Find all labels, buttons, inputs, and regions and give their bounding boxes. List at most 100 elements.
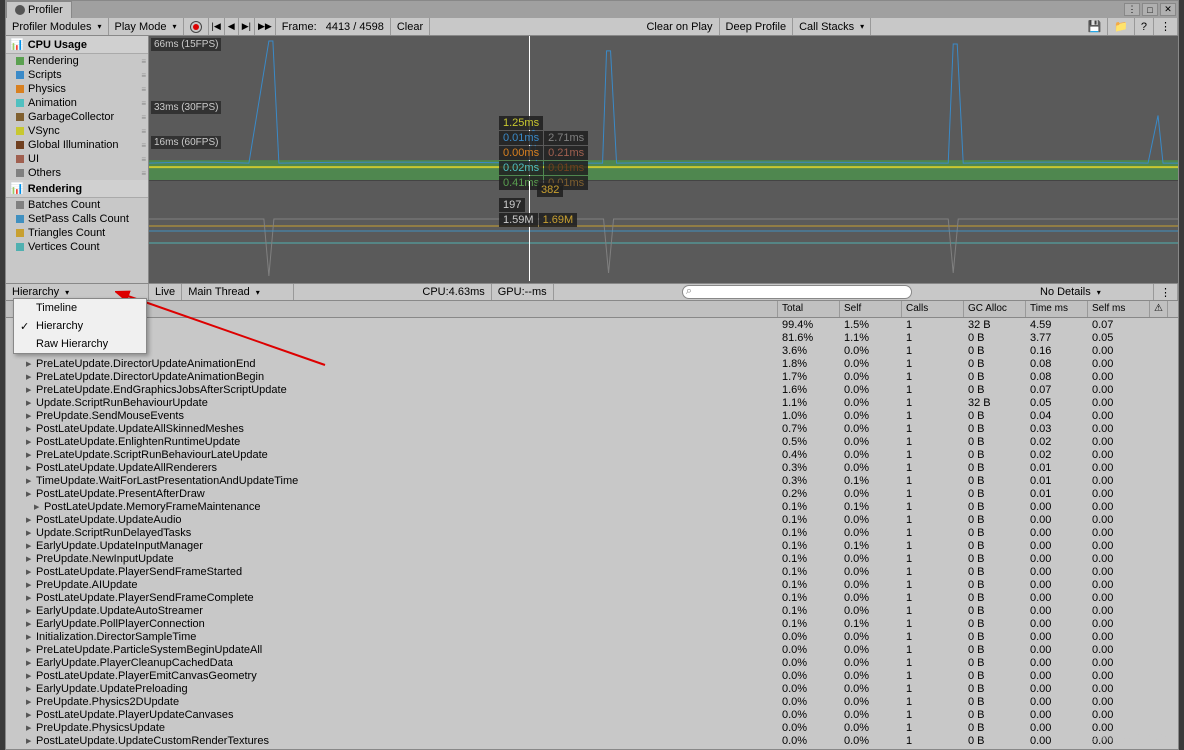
expand-icon[interactable]: ▶ bbox=[34, 503, 42, 511]
menu-icon[interactable]: ⋮ bbox=[1154, 284, 1178, 300]
module-item[interactable]: VSync≡ bbox=[6, 124, 148, 138]
menu-item[interactable]: Raw Hierarchy bbox=[14, 335, 146, 353]
drag-handle-icon[interactable]: ≡ bbox=[141, 71, 144, 80]
drag-handle-icon[interactable]: ≡ bbox=[141, 85, 144, 94]
expand-icon[interactable]: ▶ bbox=[26, 464, 34, 472]
load-icon[interactable]: 📁 bbox=[1108, 18, 1135, 35]
table-row[interactable]: ▶EarlyUpdate.UpdateAutoStreamer0.1%0.0%1… bbox=[6, 604, 1178, 617]
drag-handle-icon[interactable]: ≡ bbox=[141, 57, 144, 66]
drag-handle-icon[interactable]: ≡ bbox=[141, 127, 144, 136]
expand-icon[interactable]: ▶ bbox=[26, 620, 34, 628]
menu-icon[interactable]: ⋮ bbox=[1124, 3, 1140, 16]
col-gc[interactable]: GC Alloc bbox=[964, 301, 1026, 317]
expand-icon[interactable]: ▶ bbox=[26, 490, 34, 498]
module-item[interactable]: Animation≡ bbox=[6, 96, 148, 110]
module-item[interactable]: SetPass Calls Count bbox=[6, 212, 148, 226]
menu-icon[interactable]: ⋮ bbox=[1154, 18, 1178, 35]
table-row[interactable]: ▶PreLateUpdate.DirectorUpdateAnimationBe… bbox=[6, 370, 1178, 383]
table-row[interactable]: ▶PreUpdate.Physics2DUpdate0.0%0.0%10 B0.… bbox=[6, 695, 1178, 708]
module-item[interactable]: Scripts≡ bbox=[6, 68, 148, 82]
expand-icon[interactable]: ▶ bbox=[26, 607, 34, 615]
last-frame-button[interactable]: ▶▶ bbox=[255, 18, 276, 35]
table-row[interactable]: ▶PreLateUpdate.EndGraphicsJobsAfterScrip… bbox=[6, 383, 1178, 396]
rendering-graph[interactable]: 3821971.59M1.69M bbox=[149, 181, 1178, 281]
table-row[interactable]: ▶PostLateUpdate.UpdateCustomRenderTextur… bbox=[6, 734, 1178, 747]
profiler-modules-dropdown[interactable]: Profiler Modules bbox=[6, 18, 109, 35]
expand-icon[interactable]: ▶ bbox=[26, 451, 34, 459]
first-frame-button[interactable]: |◀ bbox=[209, 18, 225, 35]
table-row[interactable]: ▶Update.ScriptRunBehaviourUpdate1.1%0.0%… bbox=[6, 396, 1178, 409]
expand-icon[interactable]: ▶ bbox=[26, 542, 34, 550]
expand-icon[interactable]: ▶ bbox=[26, 659, 34, 667]
expand-icon[interactable]: ▶ bbox=[26, 685, 34, 693]
table-row[interactable]: ▶PostLateUpdate.MemoryFrameMaintenance0.… bbox=[6, 500, 1178, 513]
expand-icon[interactable]: ▶ bbox=[26, 698, 34, 706]
module-item[interactable]: Physics≡ bbox=[6, 82, 148, 96]
menu-item[interactable]: Hierarchy bbox=[14, 317, 146, 335]
expand-icon[interactable]: ▶ bbox=[26, 399, 34, 407]
thread-dropdown[interactable]: Main Thread bbox=[182, 284, 294, 300]
col-warning-icon[interactable]: ⚠ bbox=[1150, 301, 1168, 317]
module-item[interactable]: Triangles Count bbox=[6, 226, 148, 240]
table-row[interactable]: ▶PostLateUpdate.PlayerUpdateCanvases0.0%… bbox=[6, 708, 1178, 721]
module-item[interactable]: Rendering≡ bbox=[6, 54, 148, 68]
expand-icon[interactable]: ▶ bbox=[26, 386, 34, 394]
table-row[interactable]: ▶PreLateUpdate.DirectorUpdateAnimationEn… bbox=[6, 357, 1178, 370]
record-button[interactable] bbox=[184, 18, 209, 35]
table-row[interactable]: ▶PreUpdate.WindUpdate0.0%0.0%10 B0.000.0… bbox=[6, 747, 1178, 748]
expand-icon[interactable]: ▶ bbox=[26, 529, 34, 537]
clear-on-play-button[interactable]: Clear on Play bbox=[640, 18, 719, 35]
table-row[interactable]: ▶PostLateUpdate.PresentAfterDraw0.2%0.0%… bbox=[6, 487, 1178, 500]
maximize-icon[interactable]: □ bbox=[1142, 3, 1158, 16]
table-row[interactable]: ▶EarlyUpdate.PollPlayerConnection0.1%0.1… bbox=[6, 617, 1178, 630]
expand-icon[interactable]: ▶ bbox=[26, 360, 34, 368]
table-row[interactable]: ▶EarlyUpdate.PlayerCleanupCachedData0.0%… bbox=[6, 656, 1178, 669]
rendering-header[interactable]: 📊 Rendering bbox=[6, 180, 148, 198]
table-row[interactable]: ▶PreUpdate.PhysicsUpdate0.0%0.0%10 B0.00… bbox=[6, 721, 1178, 734]
table-row[interactable]: ▶3.6%0.0%10 B0.160.00 bbox=[6, 344, 1178, 357]
expand-icon[interactable]: ▶ bbox=[26, 412, 34, 420]
module-item[interactable]: UI≡ bbox=[6, 152, 148, 166]
expand-icon[interactable]: ▶ bbox=[26, 568, 34, 576]
col-total[interactable]: Total bbox=[778, 301, 840, 317]
module-item[interactable]: Vertices Count bbox=[6, 240, 148, 254]
expand-icon[interactable]: ▶ bbox=[26, 646, 34, 654]
module-item[interactable]: Batches Count bbox=[6, 198, 148, 212]
table-row[interactable]: ▶PostLateUpdate.PlayerEmitCanvasGeometry… bbox=[6, 669, 1178, 682]
drag-handle-icon[interactable]: ≡ bbox=[141, 99, 144, 108]
table-row[interactable]: ▶...meRendering99.4%1.5%132 B4.590.07 bbox=[6, 318, 1178, 331]
table-row[interactable]: ▶PreLateUpdate.ScriptRunBehaviourLateUpd… bbox=[6, 448, 1178, 461]
module-item[interactable]: Others≡ bbox=[6, 166, 148, 180]
expand-icon[interactable]: ▶ bbox=[26, 516, 34, 524]
table-row[interactable]: ▶PostLateUpdate.PlayerSendFrameStarted0.… bbox=[6, 565, 1178, 578]
call-stacks-dropdown[interactable]: Call Stacks bbox=[793, 18, 871, 35]
expand-icon[interactable]: ▶ bbox=[26, 594, 34, 602]
table-row[interactable]: ▶PreLateUpdate.ParticleSystemBeginUpdate… bbox=[6, 643, 1178, 656]
menu-item[interactable]: Timeline bbox=[14, 299, 146, 317]
clear-button[interactable]: Clear bbox=[391, 18, 430, 35]
expand-icon[interactable]: ▶ bbox=[26, 581, 34, 589]
cpu-graph[interactable]: 66ms (15FPS) 33ms (30FPS) 16ms (60FPS) 1… bbox=[149, 36, 1178, 181]
table-row[interactable]: ▶PostLateUpdate.PlayerSendFrameComplete0… bbox=[6, 591, 1178, 604]
search-input[interactable] bbox=[682, 285, 912, 299]
table-row[interactable]: ▶EarlyUpdate.UpdatePreloading0.0%0.0%10 … bbox=[6, 682, 1178, 695]
save-icon[interactable]: 💾 bbox=[1081, 18, 1108, 35]
expand-icon[interactable]: ▶ bbox=[26, 633, 34, 641]
table-body[interactable]: ▶...meRendering99.4%1.5%132 B4.590.07▶..… bbox=[6, 318, 1178, 748]
col-time[interactable]: Time ms bbox=[1026, 301, 1088, 317]
table-row[interactable]: ▶PostLateUpdate.EnlightenRuntimeUpdate0.… bbox=[6, 435, 1178, 448]
profiler-tab[interactable]: Profiler bbox=[6, 1, 72, 18]
table-row[interactable]: ▶PostLateUpdate.UpdateAllSkinnedMeshes0.… bbox=[6, 422, 1178, 435]
deep-profile-button[interactable]: Deep Profile bbox=[720, 18, 794, 35]
drag-handle-icon[interactable]: ≡ bbox=[141, 141, 144, 150]
expand-icon[interactable]: ▶ bbox=[26, 672, 34, 680]
cpu-usage-header[interactable]: 📊 CPU Usage bbox=[6, 36, 148, 54]
table-row[interactable]: ▶EarlyUpdate.UpdateInputManager0.1%0.1%1… bbox=[6, 539, 1178, 552]
expand-icon[interactable]: ▶ bbox=[26, 737, 34, 745]
expand-icon[interactable]: ▶ bbox=[26, 724, 34, 732]
table-row[interactable]: ▶Initialization.DirectorSampleTime0.0%0.… bbox=[6, 630, 1178, 643]
help-icon[interactable]: ? bbox=[1135, 18, 1154, 35]
expand-icon[interactable]: ▶ bbox=[26, 555, 34, 563]
col-selfms[interactable]: Self ms bbox=[1088, 301, 1150, 317]
expand-icon[interactable]: ▶ bbox=[26, 711, 34, 719]
